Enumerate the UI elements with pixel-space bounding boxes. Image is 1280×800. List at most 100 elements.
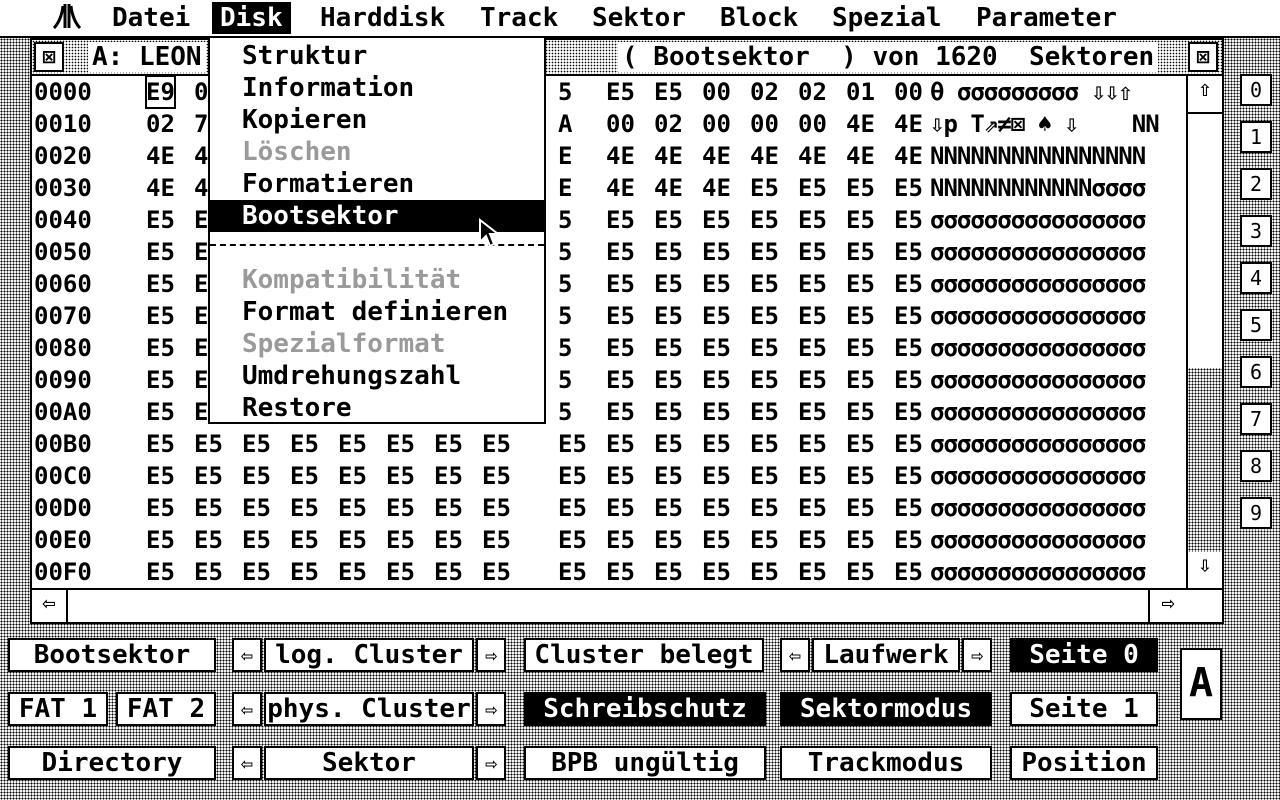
- hex-byte[interactable]: E: [558, 140, 572, 172]
- menu-item-format-definieren[interactable]: Format definieren: [210, 296, 544, 328]
- menu-item-kopieren[interactable]: Kopieren: [210, 104, 544, 136]
- menu-datei[interactable]: Datei: [104, 2, 198, 34]
- hex-byte[interactable]: E5: [798, 428, 827, 460]
- hex-row-ascii[interactable]: σσσσσσσσσσσσσσσσ: [930, 268, 1146, 300]
- hex-byte[interactable]: E5: [750, 524, 779, 556]
- hex-byte[interactable]: E5: [702, 492, 731, 524]
- page-button-3[interactable]: 3: [1240, 215, 1272, 247]
- directory-button[interactable]: Directory: [8, 746, 216, 780]
- hex-byte[interactable]: E5: [750, 236, 779, 268]
- hex-byte[interactable]: E5: [846, 332, 875, 364]
- hex-byte[interactable]: E5: [654, 524, 683, 556]
- hex-byte[interactable]: E5: [338, 524, 367, 556]
- menu-track[interactable]: Track: [472, 2, 566, 34]
- hex-byte[interactable]: E5: [702, 556, 731, 588]
- hex-row-ascii[interactable]: NNNNNNNNNNNNσσσσ: [930, 172, 1146, 204]
- hex-row[interactable]: 0010 02 7 A 00 02 00 00 00 4E 4E ⇩p T⇗≠⊠ ♠ ⇩ NN: [32, 108, 1184, 140]
- hex-byte[interactable]: E5: [894, 556, 923, 588]
- hex-row[interactable]: 0030 4E 4 E 4E 4E 4E E5 E5 E5 E5 NNNNNNNNNNNNσσσσ: [32, 172, 1184, 204]
- page-button-5[interactable]: 5: [1240, 309, 1272, 341]
- hex-byte[interactable]: E5: [846, 396, 875, 428]
- hex-byte[interactable]: 02: [654, 108, 683, 140]
- hex-byte[interactable]: 00: [750, 108, 779, 140]
- hex-byte[interactable]: 5: [558, 396, 572, 428]
- laufwerk-decrement-icon[interactable]: ⇦: [780, 638, 810, 672]
- hex-byte[interactable]: E5: [482, 556, 511, 588]
- hex-byte[interactable]: E5: [338, 460, 367, 492]
- page-button-7[interactable]: 7: [1240, 403, 1272, 435]
- hex-row-ascii[interactable]: σσσσσσσσσσσσσσσσ: [930, 396, 1146, 428]
- hex-byte[interactable]: E5: [702, 524, 731, 556]
- hex-byte-cursor[interactable]: E9: [145, 76, 176, 109]
- hex-byte[interactable]: E5: [146, 268, 175, 300]
- hex-byte[interactable]: E: [194, 204, 208, 236]
- page-button-1[interactable]: 1: [1240, 121, 1272, 153]
- hex-byte[interactable]: E5: [606, 332, 635, 364]
- hex-row-ascii[interactable]: θ σσσσσσσσσ ⇩⇩⇧: [930, 76, 1133, 108]
- hex-byte[interactable]: 02: [798, 76, 827, 108]
- hex-byte[interactable]: 01: [846, 76, 875, 108]
- hex-byte[interactable]: E5: [606, 204, 635, 236]
- hex-byte[interactable]: 4E: [846, 108, 875, 140]
- hex-byte[interactable]: E5: [702, 268, 731, 300]
- hex-byte[interactable]: E5: [846, 172, 875, 204]
- hex-byte[interactable]: 4: [194, 140, 208, 172]
- hex-byte[interactable]: 4E: [606, 172, 635, 204]
- hex-byte[interactable]: E5: [702, 460, 731, 492]
- hex-byte[interactable]: E5: [846, 236, 875, 268]
- scrollbar-track[interactable]: [1188, 368, 1222, 554]
- hex-byte[interactable]: E: [194, 300, 208, 332]
- hex-byte[interactable]: E5: [146, 460, 175, 492]
- hex-byte[interactable]: 5: [558, 204, 572, 236]
- scrollbar-thumb[interactable]: [1188, 112, 1222, 370]
- menu-sektor[interactable]: Sektor: [584, 2, 694, 34]
- hex-byte[interactable]: E5: [846, 556, 875, 588]
- hex-byte[interactable]: E5: [146, 364, 175, 396]
- page-button-4[interactable]: 4: [1240, 262, 1272, 294]
- hex-byte[interactable]: E5: [750, 300, 779, 332]
- hex-byte[interactable]: E5: [894, 364, 923, 396]
- hex-byte[interactable]: 5: [558, 332, 572, 364]
- hex-byte[interactable]: E5: [146, 556, 175, 588]
- hex-byte[interactable]: 00: [606, 108, 635, 140]
- hex-byte[interactable]: 7: [194, 108, 208, 140]
- hex-byte[interactable]: E5: [654, 76, 683, 108]
- hex-byte[interactable]: E5: [654, 300, 683, 332]
- hex-byte[interactable]: E5: [846, 428, 875, 460]
- schreibschutz-button[interactable]: Schreibschutz: [524, 692, 766, 726]
- hex-byte[interactable]: E5: [654, 204, 683, 236]
- hex-byte[interactable]: E5: [482, 460, 511, 492]
- hex-row-ascii[interactable]: σσσσσσσσσσσσσσσσ: [930, 332, 1146, 364]
- hex-row[interactable]: 00A0 E5 E 5 E5 E5 E5 E5 E5 E5 E5 σσσσσσσσσσσσσσσσ: [32, 396, 1184, 428]
- hex-byte[interactable]: E5: [242, 524, 271, 556]
- seite1-button[interactable]: Seite 1: [1010, 692, 1158, 726]
- hex-byte[interactable]: 4E: [750, 140, 779, 172]
- page-button-2[interactable]: 2: [1240, 168, 1272, 200]
- hex-byte[interactable]: 00: [702, 108, 731, 140]
- hex-byte[interactable]: E5: [798, 556, 827, 588]
- hex-byte[interactable]: E5: [482, 428, 511, 460]
- hex-byte[interactable]: 4E: [654, 140, 683, 172]
- hex-byte[interactable]: E5: [846, 300, 875, 332]
- horizontal-scrollbar-thumb[interactable]: [68, 590, 1148, 622]
- hex-byte[interactable]: E5: [482, 524, 511, 556]
- fat2-button[interactable]: FAT 2: [116, 692, 216, 726]
- hex-row[interactable]: 0080 E5 E 5 E5 E5 E5 E5 E5 E5 E5 σσσσσσσσσσσσσσσσ: [32, 332, 1184, 364]
- hex-byte[interactable]: E5: [606, 76, 635, 108]
- log-cluster-increment-icon[interactable]: ⇨: [476, 638, 506, 672]
- hex-byte[interactable]: E5: [750, 332, 779, 364]
- seite0-button[interactable]: Seite 0: [1010, 638, 1158, 672]
- hex-byte[interactable]: E5: [434, 428, 463, 460]
- hex-byte[interactable]: E5: [242, 460, 271, 492]
- scroll-down-arrow-icon[interactable]: ⇩: [1188, 552, 1222, 588]
- hex-byte[interactable]: E5: [846, 524, 875, 556]
- phys-cluster-decrement-icon[interactable]: ⇦: [232, 692, 262, 726]
- hex-byte[interactable]: 5: [558, 76, 572, 108]
- hex-byte[interactable]: E5: [338, 492, 367, 524]
- hex-byte[interactable]: E5: [702, 300, 731, 332]
- hex-byte[interactable]: E5: [146, 492, 175, 524]
- hex-byte[interactable]: E5: [338, 556, 367, 588]
- hex-row-ascii[interactable]: σσσσσσσσσσσσσσσσ: [930, 364, 1146, 396]
- hex-byte[interactable]: E5: [606, 524, 635, 556]
- hex-byte[interactable]: E5: [894, 172, 923, 204]
